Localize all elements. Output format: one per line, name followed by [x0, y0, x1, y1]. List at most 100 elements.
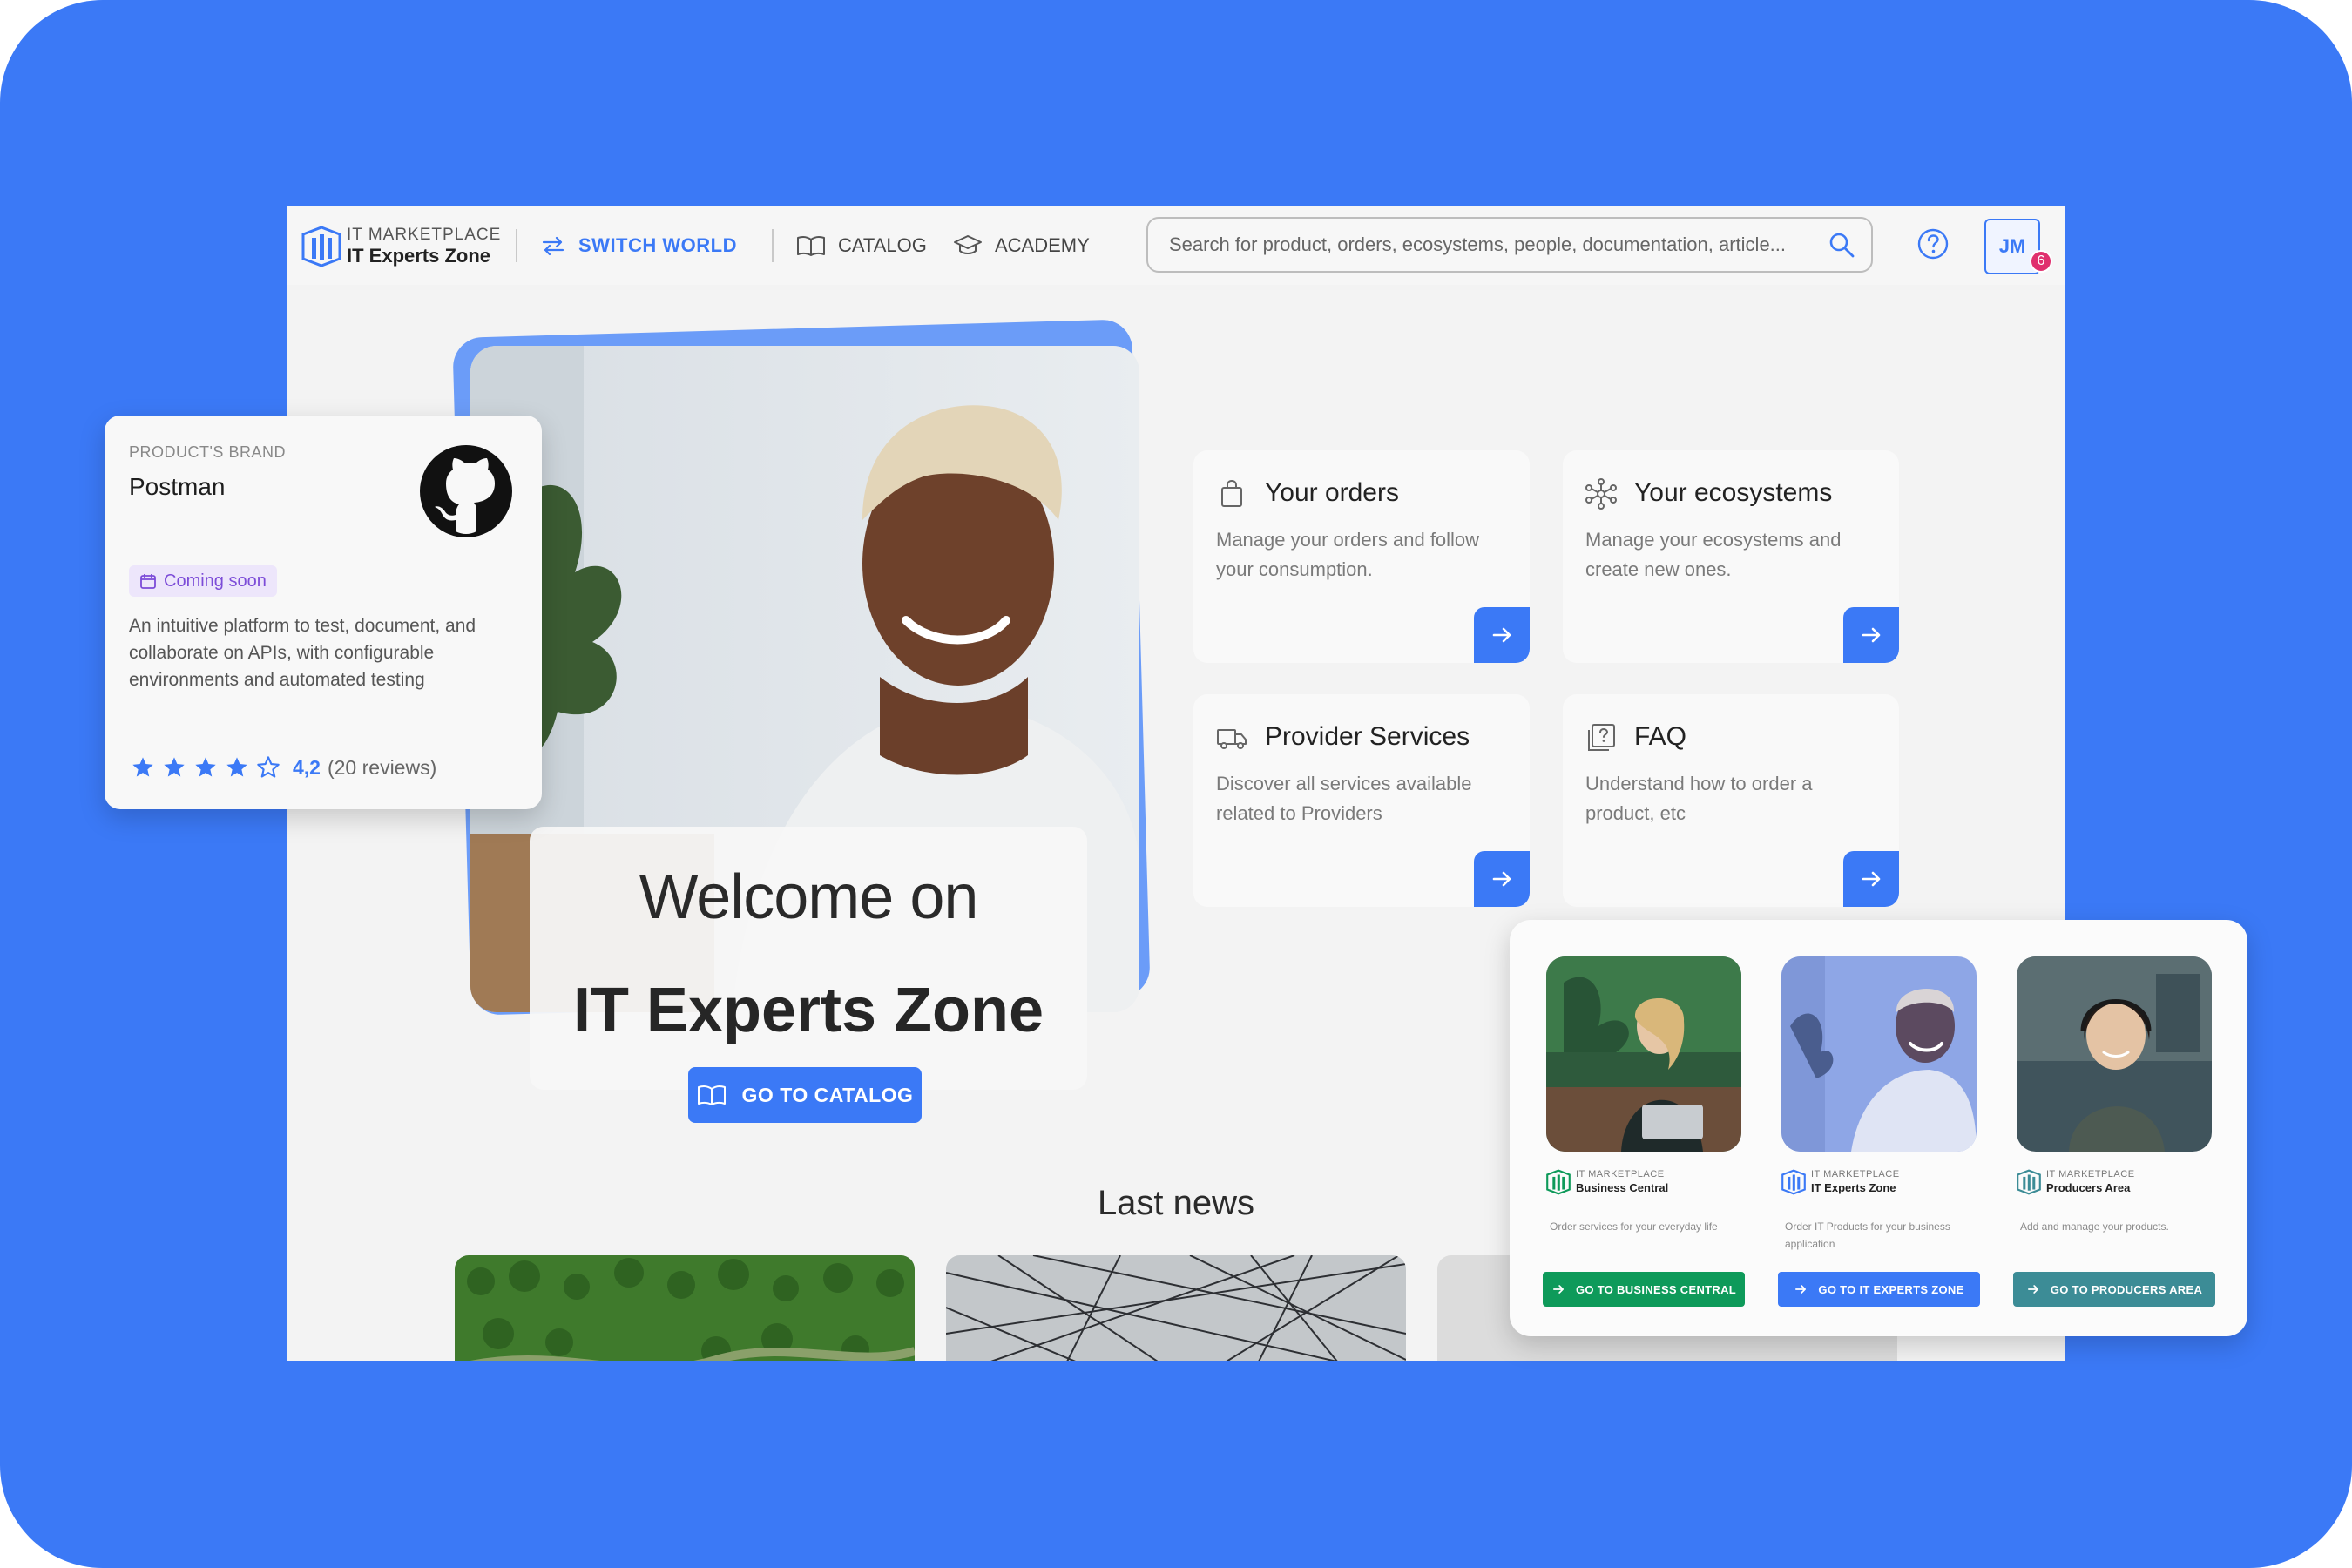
faq-icon — [1588, 724, 1615, 751]
arrow-right-button[interactable] — [1474, 851, 1530, 907]
world-name: Business Central — [1576, 1181, 1669, 1194]
book-icon — [697, 1085, 726, 1105]
product-card[interactable]: PRODUCT'S BRAND Postman Coming soon An i… — [105, 416, 542, 809]
shopping-bag-icon — [1221, 479, 1242, 507]
world-image — [2017, 956, 2212, 1152]
card-your-orders[interactable]: Your orders Manage your orders and follo… — [1193, 450, 1530, 663]
go-to-catalog-button[interactable]: GO TO CATALOG — [688, 1067, 922, 1123]
world-name: IT Experts Zone — [1811, 1181, 1896, 1194]
marketplace-logo-icon — [1546, 1169, 1571, 1195]
switch-world-button[interactable]: SWITCH WORLD — [540, 227, 737, 264]
marketplace-logo-icon — [1781, 1169, 1806, 1195]
world-logo-subtitle: IT MARKETPLACE — [2046, 1169, 2135, 1179]
card-description: Manage your orders and follow your consu… — [1216, 529, 1480, 580]
welcome-panel: Welcome on IT Experts Zone — [530, 827, 1087, 1090]
arrow-right-icon — [1552, 1285, 1564, 1294]
logo-subtitle: IT MARKETPLACE — [347, 226, 502, 244]
forest-aerial-illustration — [455, 1255, 915, 1361]
divider — [772, 229, 774, 262]
product-name: Postman — [129, 473, 226, 500]
product-rating: 4,2 (20 reviews) — [131, 755, 436, 780]
world-logo: IT MARKETPLACE Producers Area — [2017, 1169, 2213, 1199]
smiling-man-illustration — [1781, 956, 1977, 1152]
go-to-it-experts-zone-button[interactable]: GO TO IT EXPERTS ZONE — [1778, 1272, 1980, 1307]
nav-catalog[interactable]: CATALOG — [796, 227, 927, 264]
star-filled-icon — [195, 757, 216, 777]
button-label: GO TO PRODUCERS AREA — [2050, 1282, 2203, 1296]
world-logo: IT MARKETPLACE Business Central — [1546, 1169, 1743, 1199]
card-description: Understand how to order a product, etc — [1585, 773, 1813, 824]
woman-laptop-illustration — [1546, 956, 1741, 1152]
nav-academy[interactable]: ACADEMY — [953, 227, 1090, 264]
background-frame: IT MARKETPLACE IT Experts Zone SWITCH WO… — [0, 0, 2352, 1568]
arrow-right-button[interactable] — [1843, 607, 1899, 663]
coming-soon-badge: Coming soon — [129, 565, 277, 597]
card-description: Manage your ecosystems and create new on… — [1585, 529, 1842, 580]
search-bar — [1146, 217, 1873, 273]
card-title: Your orders — [1265, 478, 1399, 507]
news-image-network[interactable] — [946, 1255, 1406, 1361]
card-provider-services[interactable]: Provider Services Discover all services … — [1193, 694, 1530, 907]
rating-score: 4,2 — [293, 755, 321, 779]
world-image — [1546, 956, 1741, 1152]
coming-soon-label: Coming soon — [164, 571, 267, 591]
button-label: GO TO BUSINESS CENTRAL — [1575, 1282, 1737, 1296]
arrow-right-icon — [1492, 627, 1511, 643]
card-title: Provider Services — [1265, 722, 1470, 751]
marketplace-logo[interactable]: IT MARKETPLACE IT Experts Zone — [301, 222, 500, 271]
nav-academy-label: ACADEMY — [995, 234, 1090, 256]
swap-arrows-icon — [542, 236, 564, 256]
welcome-heading: Welcome on — [639, 862, 979, 932]
arrow-right-button[interactable] — [1474, 607, 1530, 663]
truck-icon — [1217, 729, 1247, 749]
notification-badge: 6 — [2030, 250, 2052, 273]
search-input[interactable] — [1169, 227, 1814, 262]
arrow-right-button[interactable] — [1843, 851, 1899, 907]
card-title: FAQ — [1634, 722, 1687, 751]
world-description: Add and manage your products. — [2020, 1220, 2169, 1233]
review-count: (20 reviews) — [327, 755, 437, 779]
button-label: GO TO IT EXPERTS ZONE — [1818, 1282, 1964, 1296]
card-description: Discover all services available related … — [1216, 773, 1472, 824]
news-image-forest[interactable] — [455, 1255, 915, 1361]
network-icon — [1585, 478, 1617, 510]
worlds-panel: IT MARKETPLACE Business Central Order se… — [1510, 920, 2247, 1336]
github-logo-icon — [420, 445, 512, 537]
arrow-right-icon — [1862, 627, 1881, 643]
star-filled-icon — [226, 757, 247, 777]
go-to-catalog-label: GO TO CATALOG — [741, 1083, 914, 1106]
help-icon[interactable] — [1916, 227, 1950, 260]
calendar-icon — [140, 574, 156, 589]
logo-title: IT Experts Zone — [347, 245, 491, 267]
switch-world-label: SWITCH WORLD — [578, 234, 737, 256]
world-logo-subtitle: IT MARKETPLACE — [1811, 1169, 1900, 1179]
star-filled-icon — [132, 757, 153, 777]
arrow-right-icon — [2027, 1285, 2038, 1294]
go-to-producers-area-button[interactable]: GO TO PRODUCERS AREA — [2013, 1272, 2215, 1307]
woman-headset-illustration — [2017, 956, 2212, 1152]
divider — [516, 229, 517, 262]
card-your-ecosystems[interactable]: Your ecosystems Manage your ecosystems a… — [1563, 450, 1899, 663]
card-title: Your ecosystems — [1634, 478, 1833, 507]
world-image — [1781, 956, 1977, 1152]
product-description: An intuitive platform to test, document,… — [129, 616, 476, 690]
world-logo: IT MARKETPLACE IT Experts Zone — [1781, 1169, 1978, 1199]
product-brand-label: PRODUCT'S BRAND — [129, 443, 286, 461]
world-description: Order IT Products for your business appl… — [1785, 1220, 1950, 1250]
nav-catalog-label: CATALOG — [838, 234, 927, 256]
world-logo-subtitle: IT MARKETPLACE — [1576, 1169, 1665, 1179]
arrow-right-icon — [1492, 871, 1511, 887]
go-to-business-central-button[interactable]: GO TO BUSINESS CENTRAL — [1543, 1272, 1745, 1307]
zone-title: IT Experts Zone — [572, 976, 1044, 1045]
arrow-right-icon — [1795, 1285, 1807, 1294]
card-faq[interactable]: FAQ Understand how to order a product, e… — [1563, 694, 1899, 907]
book-icon — [797, 235, 825, 256]
network-lines-illustration — [946, 1255, 1406, 1361]
star-outline-icon — [257, 756, 280, 778]
star-filled-icon — [164, 757, 185, 777]
marketplace-logo-icon — [301, 226, 341, 267]
world-name: Producers Area — [2046, 1181, 2131, 1194]
search-icon[interactable] — [1828, 231, 1855, 259]
marketplace-logo-icon — [2017, 1169, 2041, 1195]
arrow-right-icon — [1862, 871, 1881, 887]
